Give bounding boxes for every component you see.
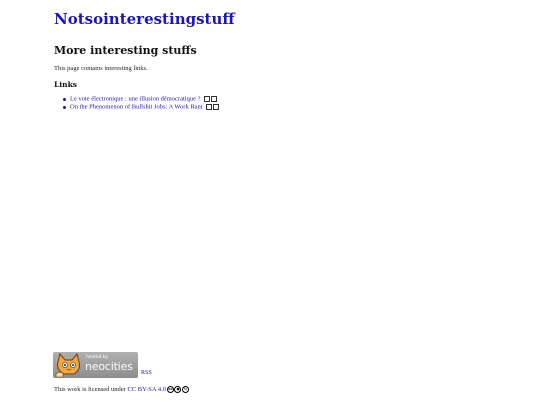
share-alike-icon: ↻ — [181, 386, 189, 394]
links-heading: Links — [54, 80, 77, 89]
license-notice: This work is licensed under CC BY-SA 4.0… — [54, 385, 189, 394]
link-bullshit-jobs[interactable]: On the Phenomenon of Bullshit Jobs: A Wo… — [70, 103, 203, 110]
intro-text: This page contains interesting links. — [54, 65, 148, 72]
language-flag-icon — [204, 95, 218, 103]
rss-link[interactable]: RSS — [141, 370, 152, 376]
license-link[interactable]: CC BY-SA 4.0 — [127, 386, 165, 393]
site-title-link[interactable]: Notsointerestingstuff — [54, 10, 235, 28]
link-list: Le vote électronique : une illusion démo… — [62, 95, 220, 111]
neocities-badge[interactable]: hosted by neocities — [53, 352, 138, 378]
cc-icon: cc — [166, 386, 174, 394]
list-item: On the Phenomenon of Bullshit Jobs: A Wo… — [62, 103, 220, 111]
cc-license-icons: cc ● ↻ — [166, 385, 190, 394]
link-vote-electronique[interactable]: Le vote électronique : une illusion démo… — [70, 95, 201, 102]
list-item: Le vote électronique : une illusion démo… — [62, 95, 220, 103]
neocities-cat-icon — [55, 352, 80, 378]
license-prefix: This work is licensed under — [54, 386, 126, 393]
badge-big-text: neocities — [85, 360, 133, 373]
attribution-icon: ● — [174, 386, 182, 394]
language-flag-icon — [206, 103, 220, 111]
page-heading: More interesting stuffs — [54, 44, 197, 57]
